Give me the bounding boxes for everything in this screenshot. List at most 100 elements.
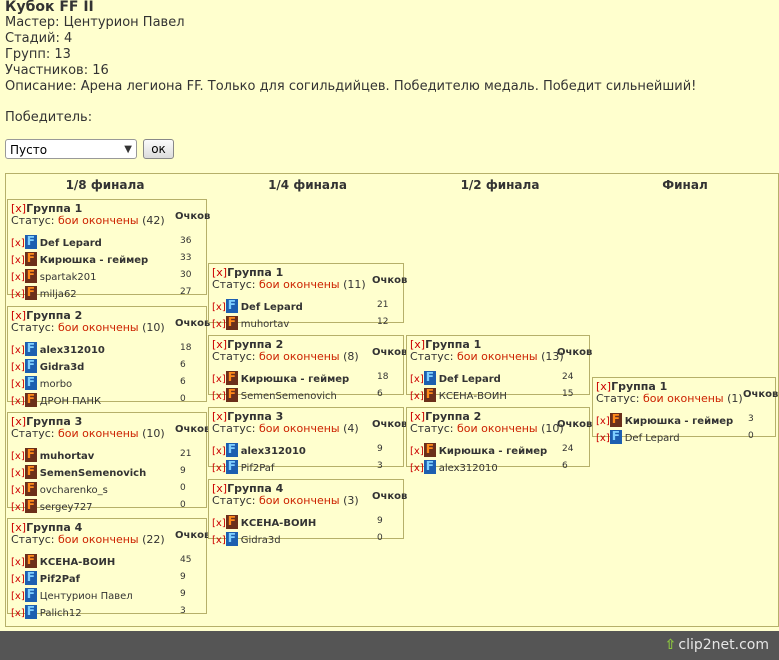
guild-icon xyxy=(225,315,238,330)
points-header: Очков xyxy=(372,419,408,430)
points-header: Очков xyxy=(372,491,408,502)
player-name[interactable]: ДРОН ПАНК xyxy=(40,396,101,407)
remove-player-link[interactable]: [x] xyxy=(11,289,25,300)
player-row: [x] КСЕНА-ВОИН 45 xyxy=(11,553,205,570)
player-name[interactable]: Def Lepard xyxy=(40,238,102,249)
remove-player-link[interactable]: [x] xyxy=(11,379,25,390)
player-name[interactable]: Центурион Павел xyxy=(40,591,133,602)
remove-player-link[interactable]: [x] xyxy=(11,557,25,568)
points-header: Очков xyxy=(175,318,211,329)
group-status: Статус: бои окончены (10) xyxy=(410,422,564,435)
player-points: 9 xyxy=(377,516,383,526)
guild-icon xyxy=(24,285,37,300)
player-points: 3 xyxy=(748,414,754,424)
player-row: [x] sergey727 0 xyxy=(11,498,205,515)
remove-player-link[interactable]: [x] xyxy=(212,463,226,474)
player-name[interactable]: Кирюшка - геймер xyxy=(625,416,733,427)
player-points: 24 xyxy=(562,372,574,382)
player-name[interactable]: muhortav xyxy=(241,319,290,330)
player-name[interactable]: КСЕНА-ВОИН xyxy=(241,518,316,529)
player-name[interactable]: Кирюшка - геймер xyxy=(241,374,349,385)
guild-icon xyxy=(24,234,37,249)
tournament-title: Кубок FF II xyxy=(5,0,94,15)
remove-player-link[interactable]: [x] xyxy=(212,446,226,457)
status-value: бои окончены xyxy=(457,422,538,435)
remove-player-link[interactable]: [x] xyxy=(11,238,25,249)
remove-player-link[interactable]: [x] xyxy=(11,272,25,283)
remove-player-link[interactable]: [x] xyxy=(11,502,25,513)
player-points: 45 xyxy=(180,555,192,565)
player-name[interactable]: Def Lepard xyxy=(625,433,680,444)
fight-count: (8) xyxy=(343,350,359,363)
player-name[interactable]: Def Lepard xyxy=(439,374,501,385)
player-name[interactable]: morbo xyxy=(40,379,72,390)
player-name[interactable]: SemenSemenovich xyxy=(241,391,337,402)
remove-player-link[interactable]: [x] xyxy=(11,608,25,619)
player-name[interactable]: alex312010 xyxy=(439,463,498,474)
status-label: Статус: xyxy=(11,321,55,334)
remove-player-link[interactable]: [x] xyxy=(212,374,226,385)
guild-icon xyxy=(24,481,37,496)
player-points: 0 xyxy=(180,500,186,510)
remove-player-link[interactable]: [x] xyxy=(11,255,25,266)
player-name[interactable]: КСЕНА-ВОИН xyxy=(40,557,115,568)
player-name[interactable]: Pif2Paf xyxy=(40,574,80,585)
remove-player-link[interactable]: [x] xyxy=(596,433,610,444)
remove-player-link[interactable]: [x] xyxy=(410,463,424,474)
fight-count: (42) xyxy=(142,214,165,227)
player-name[interactable]: muhortav xyxy=(40,451,95,462)
guild-icon xyxy=(24,604,37,619)
guild-icon xyxy=(24,553,37,568)
remove-player-link[interactable]: [x] xyxy=(11,468,25,479)
player-row: [x] Def Lepard 24 xyxy=(410,370,588,387)
player-name[interactable]: Gidra3d xyxy=(241,535,281,546)
ok-button[interactable]: ок xyxy=(143,139,174,159)
player-points: 9 xyxy=(180,589,186,599)
player-name[interactable]: Кирюшка - геймер xyxy=(439,446,547,457)
player-name[interactable]: milja62 xyxy=(40,289,77,300)
player-name[interactable]: Def Lepard xyxy=(241,302,303,313)
player-name[interactable]: alex312010 xyxy=(241,446,306,457)
player-name[interactable]: Pif2Paf xyxy=(241,463,275,474)
remove-player-link[interactable]: [x] xyxy=(212,302,226,313)
player-name[interactable]: Palich12 xyxy=(40,608,82,619)
group-box: [x]Группа 4 Статус: бои окончены (22) Очко… xyxy=(7,518,210,619)
player-row: [x] Def Lepard 36 xyxy=(11,234,205,251)
group-status: Статус: бои окончены (22) xyxy=(11,533,165,546)
player-points: 0 xyxy=(748,431,754,441)
player-points: 33 xyxy=(180,253,192,263)
group-box: [x]Группа 1 Статус: бои окончены (13) Очко… xyxy=(406,335,592,402)
remove-player-link[interactable]: [x] xyxy=(410,374,424,385)
remove-player-link[interactable]: [x] xyxy=(11,396,25,407)
player-points: 27 xyxy=(180,287,192,297)
guild-icon xyxy=(225,531,238,546)
guild-icon xyxy=(24,447,37,462)
winner-select[interactable]: Пусто ▼ xyxy=(5,139,137,159)
remove-player-link[interactable]: [x] xyxy=(596,416,610,427)
remove-player-link[interactable]: [x] xyxy=(410,446,424,457)
player-name[interactable]: sergey727 xyxy=(40,502,93,513)
guild-icon xyxy=(24,587,37,602)
player-name[interactable]: Кирюшка - геймер xyxy=(40,255,148,266)
player-name[interactable]: SemenSemenovich xyxy=(40,468,146,479)
remove-player-link[interactable]: [x] xyxy=(11,362,25,373)
remove-player-link[interactable]: [x] xyxy=(11,451,25,462)
remove-player-link[interactable]: [x] xyxy=(212,319,226,330)
player-points: 6 xyxy=(562,461,568,471)
player-name[interactable]: alex312010 xyxy=(40,345,105,356)
player-name[interactable]: Gidra3d xyxy=(40,362,85,373)
remove-player-link[interactable]: [x] xyxy=(11,574,25,585)
remove-player-link[interactable]: [x] xyxy=(11,485,25,496)
remove-player-link[interactable]: [x] xyxy=(212,518,226,529)
remove-player-link[interactable]: [x] xyxy=(410,391,424,402)
player-points: 9 xyxy=(180,572,186,582)
player-name[interactable]: ovcharenko_s xyxy=(40,485,108,496)
fight-count: (11) xyxy=(343,278,366,291)
remove-player-link[interactable]: [x] xyxy=(212,391,226,402)
remove-player-link[interactable]: [x] xyxy=(212,535,226,546)
player-name[interactable]: КСЕНА-ВОИН xyxy=(439,391,507,402)
remove-player-link[interactable]: [x] xyxy=(11,591,25,602)
player-name[interactable]: spartak201 xyxy=(40,272,97,283)
status-label: Статус: xyxy=(212,278,256,291)
remove-player-link[interactable]: [x] xyxy=(11,345,25,356)
